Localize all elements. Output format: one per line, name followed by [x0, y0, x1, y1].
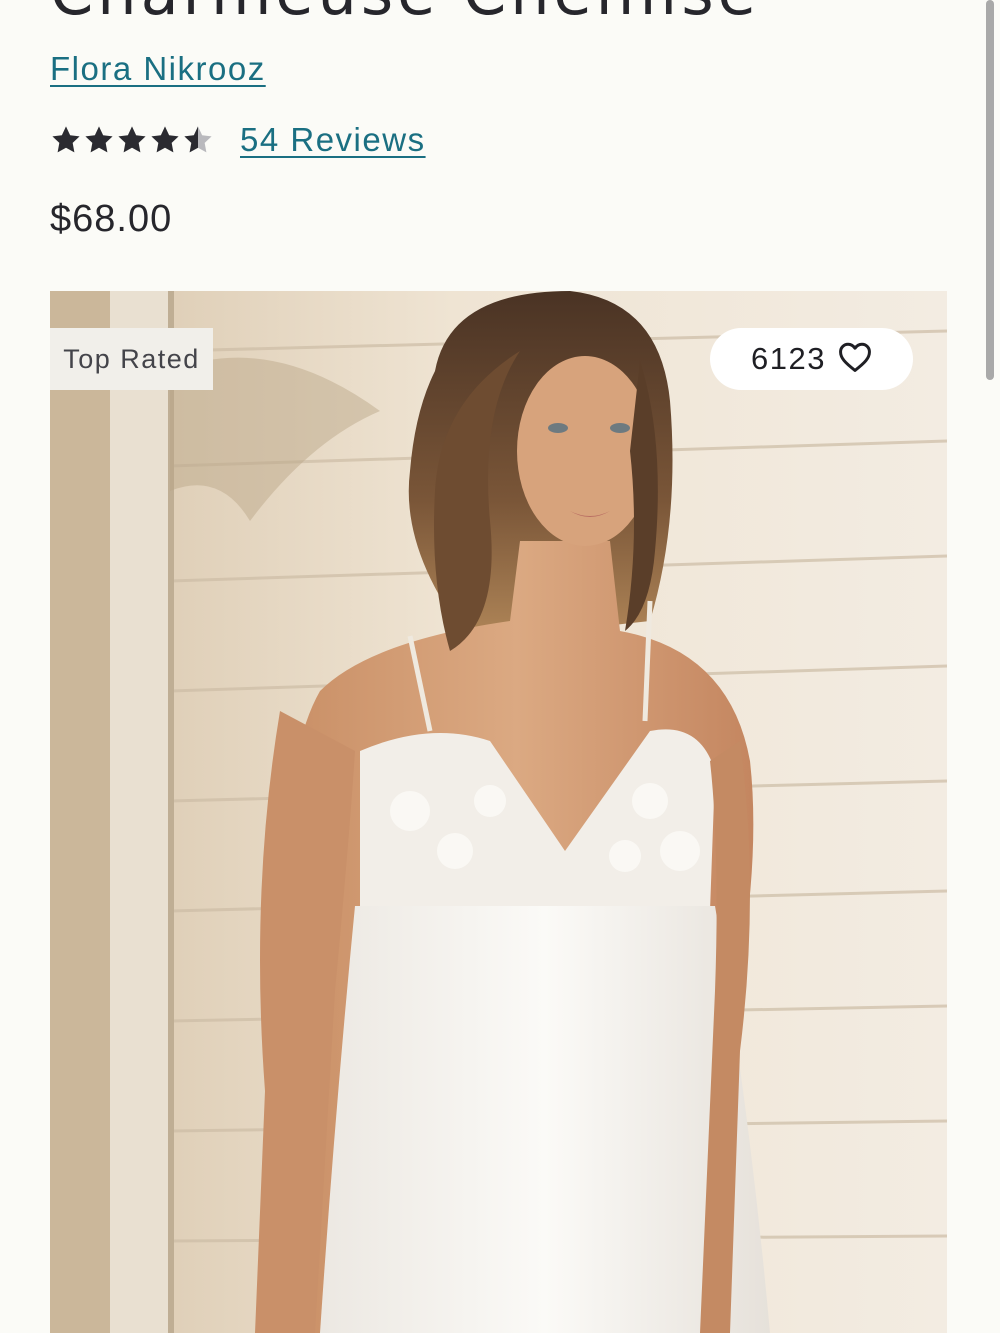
favorite-count: 6123 — [751, 341, 826, 376]
product-title: Charmeuse Chemise — [50, 0, 760, 29]
brand-link[interactable]: Flora Nikrooz — [50, 50, 266, 88]
star-full-icon — [50, 124, 82, 156]
star-full-icon — [149, 124, 181, 156]
star-half-icon — [182, 124, 214, 156]
top-rated-badge: Top Rated — [50, 328, 213, 390]
reviews-link[interactable]: 54 Reviews — [240, 121, 426, 159]
product-price: $68.00 — [50, 198, 173, 240]
rating-row: 54 Reviews — [50, 118, 426, 162]
star-rating — [50, 124, 214, 156]
product-photo — [50, 291, 947, 1333]
star-full-icon — [116, 124, 148, 156]
favorite-button[interactable]: 6123 — [710, 328, 913, 390]
scrollbar[interactable] — [986, 0, 994, 380]
heart-outline-icon — [838, 341, 872, 378]
product-page: Charmeuse Chemise Flora Nikrooz — [0, 0, 1000, 1333]
product-image[interactable]: Top Rated 6123 — [50, 291, 947, 1333]
star-full-icon — [83, 124, 115, 156]
